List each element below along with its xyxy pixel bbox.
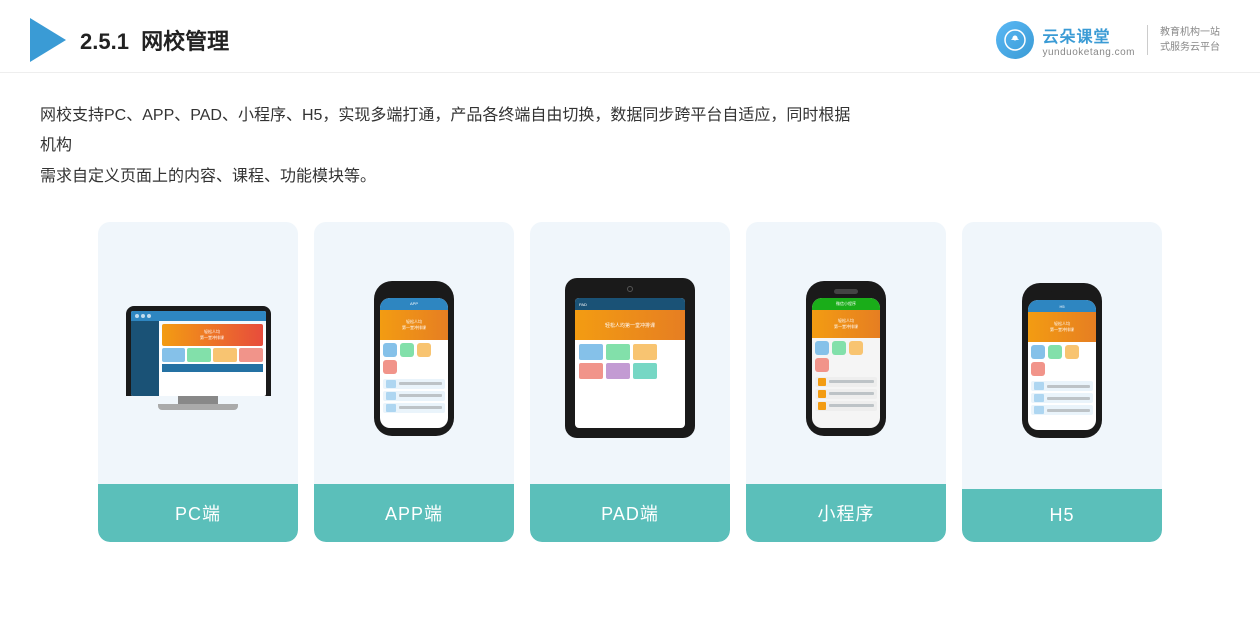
phone-notch-app	[402, 289, 426, 294]
brand-name: 云朵课堂	[1042, 23, 1110, 47]
card-pc-device: 轻松人均第一堂冲排课	[98, 222, 298, 484]
wechat-screen: 微信小程序 轻松人均第一堂冲排课	[812, 298, 880, 428]
header: 2.5.1 网校管理 云朵课堂 yunduoketang.com	[0, 0, 1260, 73]
pad-mockup: PAD 轻松人均第一堂冲排课	[565, 278, 695, 438]
page: 2.5.1 网校管理 云朵课堂 yunduoketang.com	[0, 0, 1260, 630]
phone-notch-h5	[1050, 291, 1074, 296]
brand-slogan: 教育机构一站 式服务云平台	[1160, 25, 1220, 55]
phone-screen-app: APP 轻松人均第一堂冲排课	[380, 298, 448, 428]
card-app-label: APP端	[314, 484, 514, 542]
pc-mockup: 轻松人均第一堂冲排课	[126, 306, 271, 410]
wechat-notch	[834, 289, 858, 294]
card-pad-device: PAD 轻松人均第一堂冲排课	[530, 222, 730, 484]
cards-section: 轻松人均第一堂冲排课	[0, 202, 1260, 572]
phone-mockup-mini: 微信小程序 轻松人均第一堂冲排课	[806, 281, 886, 436]
card-app: APP 轻松人均第一堂冲排课	[314, 222, 514, 542]
header-right: 云朵课堂 yunduoketang.com 教育机构一站 式服务云平台	[996, 21, 1220, 59]
card-pc-label: PC端	[98, 484, 298, 542]
phone-outer-h5: H5 轻松人均第一堂冲排课	[1022, 283, 1102, 438]
pc-screen-outer: 轻松人均第一堂冲排课	[126, 306, 271, 396]
card-h5-label: H5	[962, 489, 1162, 542]
wechat-phone-outer: 微信小程序 轻松人均第一堂冲排课	[806, 281, 886, 436]
description-block: 网校支持PC、APP、PAD、小程序、H5，实现多端打通，产品各终端自由切换，数…	[0, 73, 900, 202]
card-pad: PAD 轻松人均第一堂冲排课	[530, 222, 730, 542]
page-title: 2.5.1 网校管理	[80, 24, 229, 56]
card-h5-device: H5 轻松人均第一堂冲排课	[962, 222, 1162, 489]
logo-triangle-icon	[30, 18, 66, 62]
phone-outer-app: APP 轻松人均第一堂冲排课	[374, 281, 454, 436]
card-mini-device: 微信小程序 轻松人均第一堂冲排课	[746, 222, 946, 484]
desc-line2: 需求自定义页面上的内容、课程、功能模块等。	[40, 162, 860, 192]
brand-url: yunduoketang.com	[1042, 47, 1135, 58]
pad-outer: PAD 轻松人均第一堂冲排课	[565, 278, 695, 438]
phone-mockup-h5: H5 轻松人均第一堂冲排课	[1022, 283, 1102, 438]
pad-screen: PAD 轻松人均第一堂冲排课	[575, 298, 685, 428]
brand-logo: 云朵课堂 yunduoketang.com 教育机构一站 式服务云平台	[996, 21, 1220, 59]
pc-screen-inner: 轻松人均第一堂冲排课	[131, 311, 266, 396]
card-pad-label: PAD端	[530, 484, 730, 542]
desc-line1: 网校支持PC、APP、PAD、小程序、H5，实现多端打通，产品各终端自由切换，数…	[40, 101, 860, 162]
card-mini-label: 小程序	[746, 484, 946, 542]
card-h5: H5 轻松人均第一堂冲排课	[962, 222, 1162, 542]
brand-icon	[996, 21, 1034, 59]
card-mini: 微信小程序 轻松人均第一堂冲排课	[746, 222, 946, 542]
phone-mockup-app: APP 轻松人均第一堂冲排课	[374, 281, 454, 436]
phone-screen-h5: H5 轻松人均第一堂冲排课	[1028, 300, 1096, 430]
brand-text: 云朵课堂 yunduoketang.com	[1042, 23, 1135, 58]
card-app-device: APP 轻松人均第一堂冲排课	[314, 222, 514, 484]
brand-divider	[1147, 25, 1148, 55]
card-pc: 轻松人均第一堂冲排课	[98, 222, 298, 542]
header-left: 2.5.1 网校管理	[30, 18, 229, 62]
pad-home-btn	[627, 286, 633, 292]
